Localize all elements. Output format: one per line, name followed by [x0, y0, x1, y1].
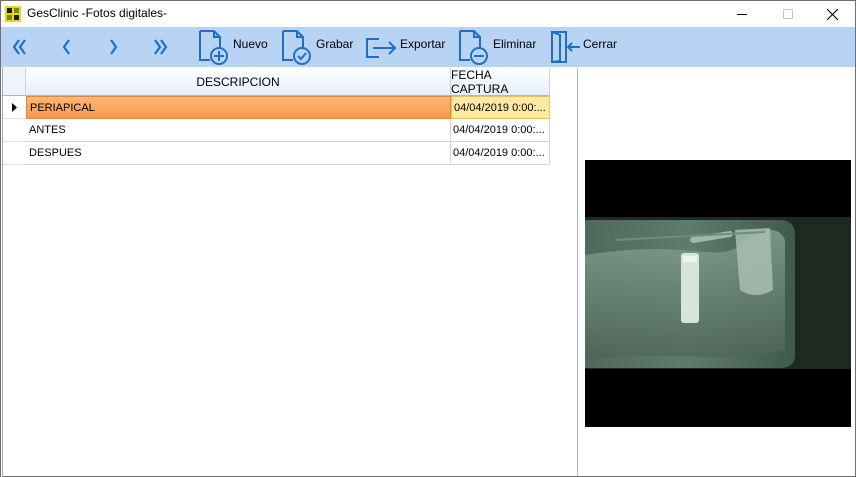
cell-fecha-captura[interactable]: 04/04/2019 0:00:... — [451, 119, 550, 142]
exportar-label: Exportar — [400, 37, 446, 51]
next-record-button[interactable] — [101, 33, 127, 61]
close-window-button[interactable] — [809, 1, 855, 27]
image-preview-panel — [577, 68, 855, 476]
first-record-button[interactable] — [7, 33, 33, 61]
table-row[interactable]: ANTES 04/04/2019 0:00:... — [3, 119, 550, 142]
current-row-arrow-icon — [12, 103, 17, 112]
grid-corner-header — [3, 68, 26, 96]
grabar-label: Grabar — [316, 37, 354, 51]
eliminar-button[interactable]: Eliminar — [458, 29, 536, 65]
maximize-button[interactable] — [765, 1, 811, 27]
cell-fecha-captura[interactable]: 04/04/2019 0:00:... — [451, 142, 550, 165]
exportar-button[interactable]: Exportar — [365, 29, 445, 65]
chevron-left-icon — [62, 39, 70, 55]
cerrar-button[interactable]: Cerrar — [548, 29, 617, 65]
minimize-button[interactable] — [719, 1, 765, 27]
previous-record-button[interactable] — [53, 33, 79, 61]
maximize-icon — [783, 9, 793, 19]
table-row[interactable]: DESPUES 04/04/2019 0:00:... — [3, 142, 550, 165]
eliminar-label: Eliminar — [493, 37, 537, 51]
toolbar: Nuevo Grabar Exportar Eliminar Cerrar — [1, 27, 855, 67]
dental-xray-image[interactable] — [585, 160, 851, 427]
row-selector[interactable] — [3, 142, 26, 165]
minimize-icon — [737, 14, 747, 15]
app-logo-icon — [5, 6, 21, 22]
double-chevron-left-icon — [12, 39, 26, 55]
cell-descripcion[interactable]: DESPUES — [26, 142, 451, 165]
cell-fecha-captura[interactable]: 04/04/2019 0:00:... — [451, 96, 550, 119]
title-bar: GesClinic -Fotos digitales- — [1, 1, 855, 27]
delete-document-icon — [459, 30, 488, 65]
cell-descripcion[interactable]: ANTES — [26, 119, 451, 142]
chevron-right-icon — [110, 39, 118, 55]
cerrar-label: Cerrar — [583, 37, 618, 51]
nuevo-label: Nuevo — [233, 37, 268, 51]
last-record-button[interactable] — [147, 33, 173, 61]
photos-grid: DESCRIPCION FECHA CAPTURA PERIAPICAL 04/… — [3, 68, 550, 166]
new-document-icon — [199, 30, 228, 65]
double-chevron-right-icon — [154, 39, 168, 55]
window-title: GesClinic -Fotos digitales- — [27, 6, 168, 20]
app-window: GesClinic -Fotos digitales- Nuevo Grabar… — [0, 0, 856, 477]
save-check-icon — [282, 30, 311, 65]
column-header-fecha-captura[interactable]: FECHA CAPTURA — [451, 68, 550, 96]
export-icon — [366, 38, 397, 58]
grabar-button[interactable]: Grabar — [281, 29, 353, 65]
row-selector[interactable] — [3, 119, 26, 142]
table-row[interactable]: PERIAPICAL 04/04/2019 0:00:... — [3, 96, 550, 119]
column-header-descripcion[interactable]: DESCRIPCION — [26, 68, 451, 96]
xray-drawing — [585, 217, 851, 369]
cell-descripcion[interactable]: PERIAPICAL — [26, 96, 451, 119]
close-icon — [826, 8, 838, 20]
row-selector[interactable] — [3, 96, 26, 119]
exit-door-icon — [551, 31, 580, 63]
nuevo-button[interactable]: Nuevo — [198, 29, 268, 65]
